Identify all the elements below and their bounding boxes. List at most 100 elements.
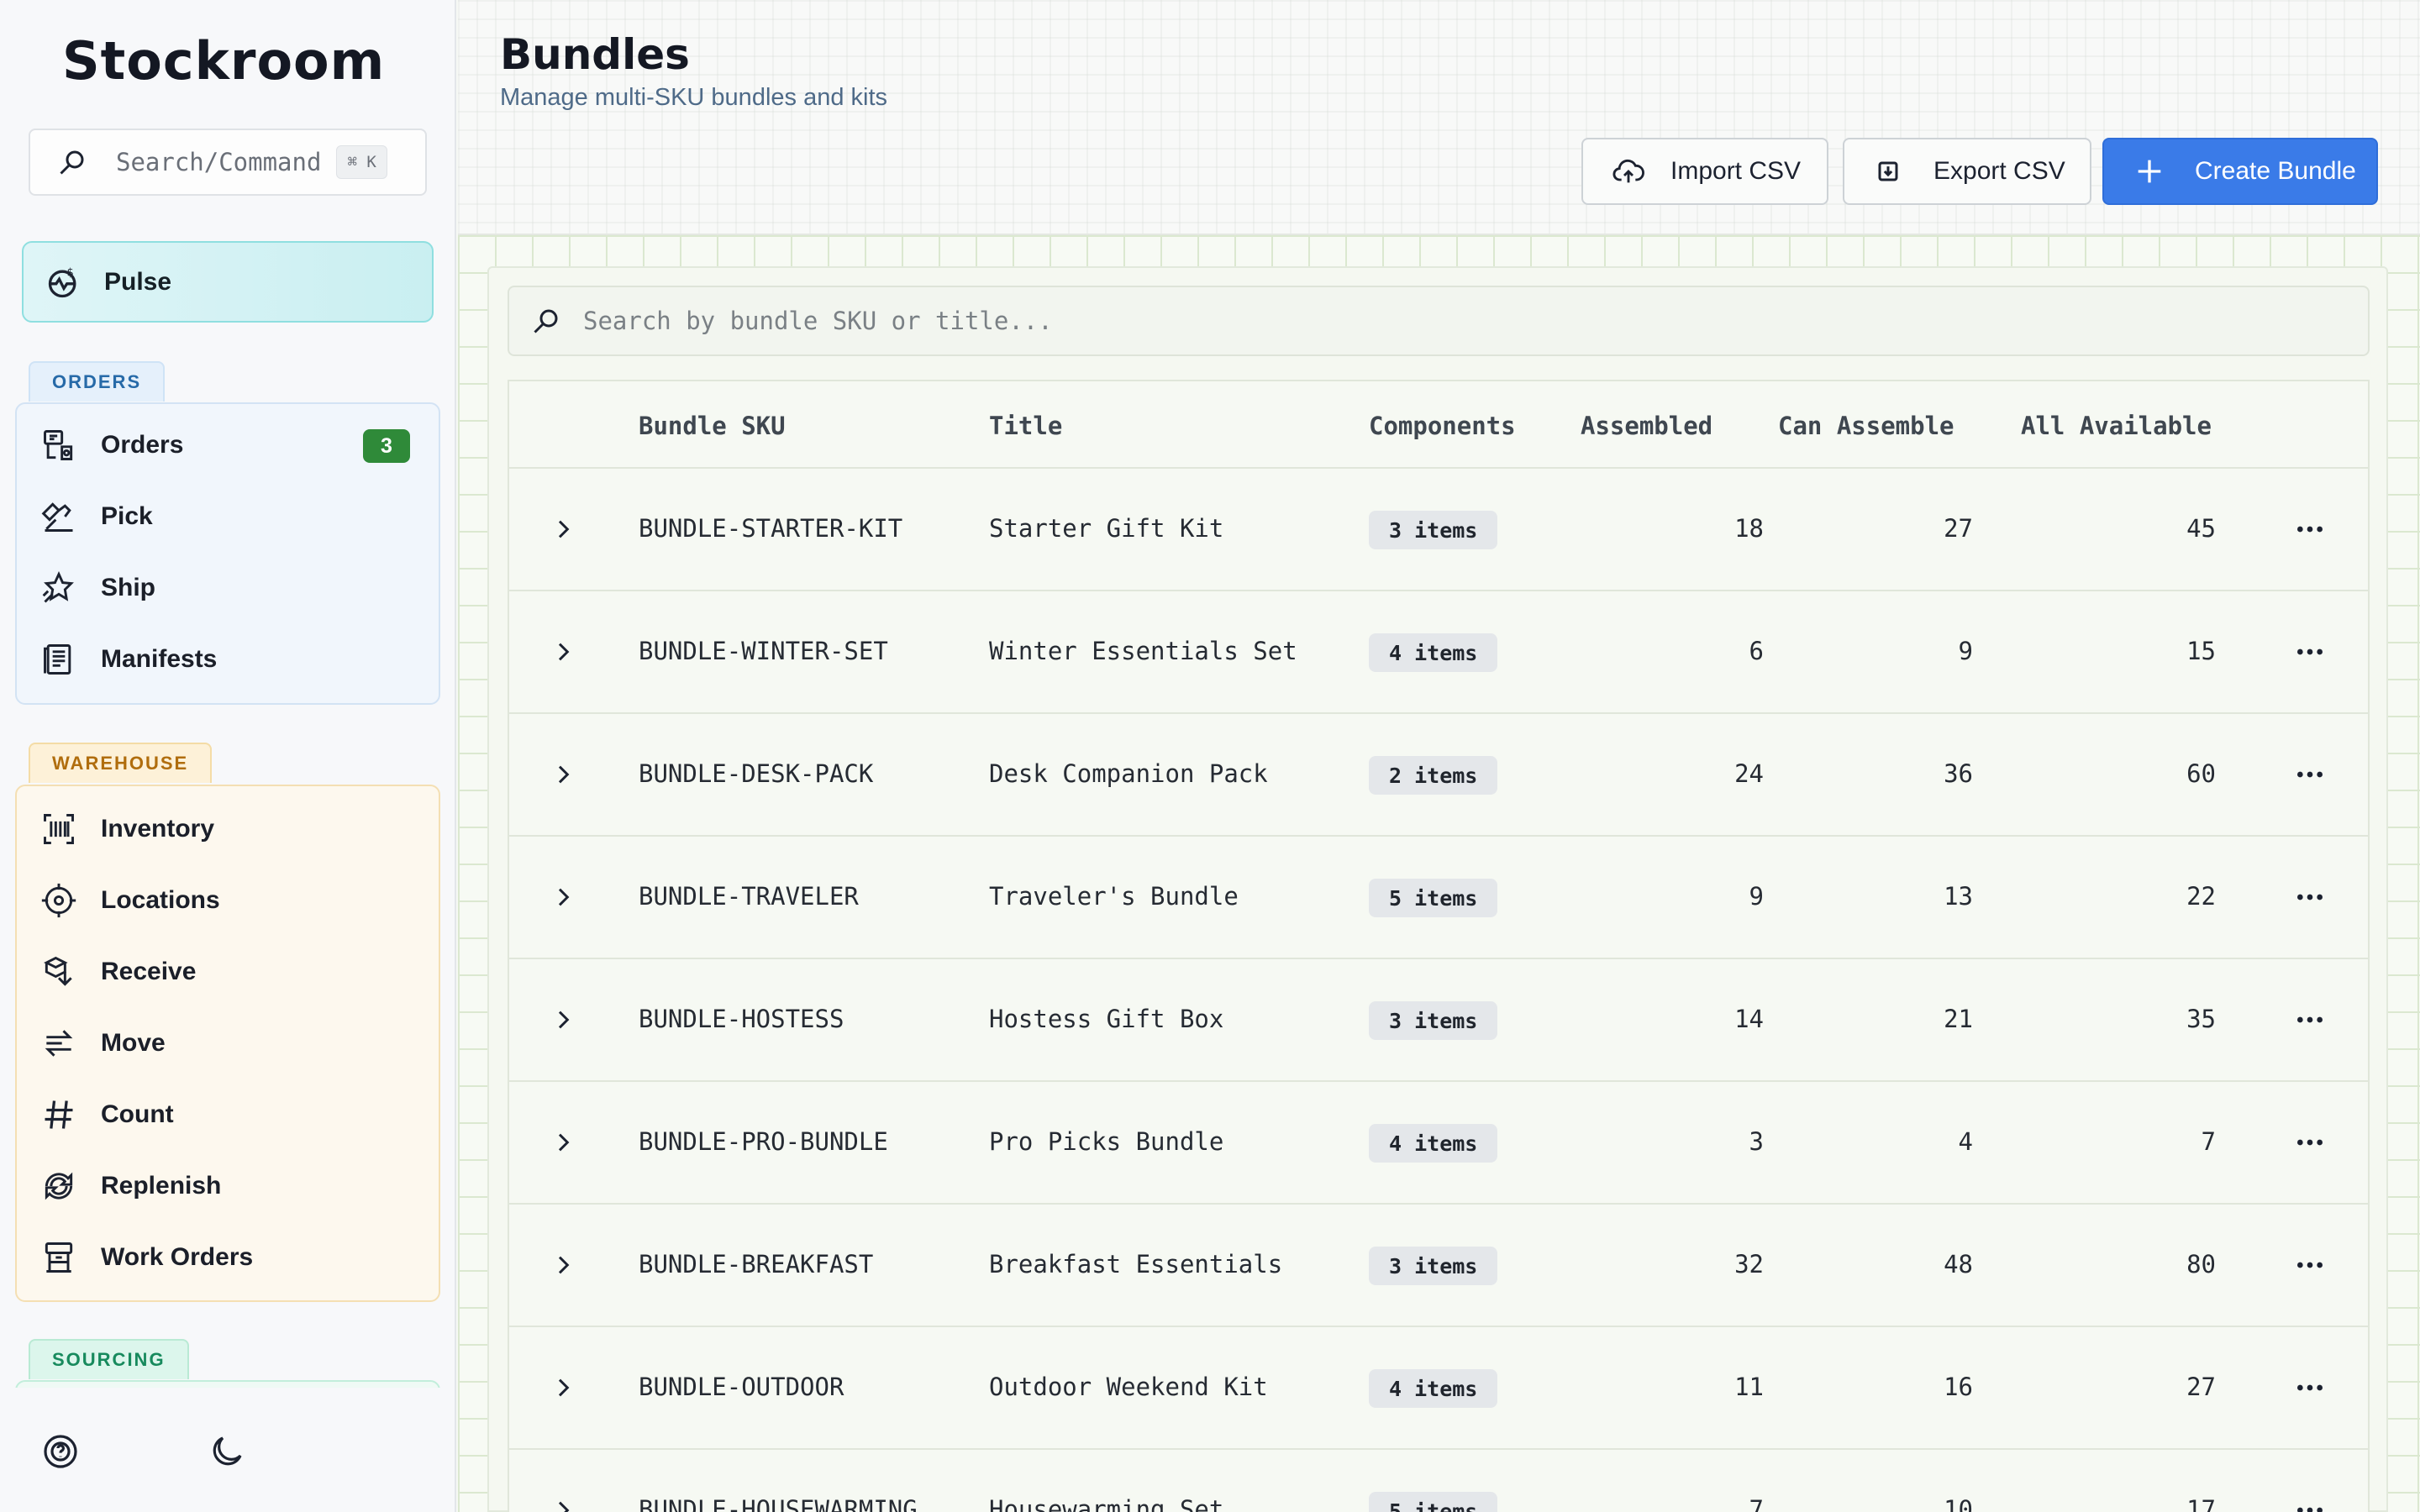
more-options-icon[interactable] xyxy=(2293,1129,2327,1156)
table-header: Bundle SKU Title Components Assembled Ca… xyxy=(509,381,2368,469)
crosshair-icon xyxy=(41,883,76,918)
bundle-sku[interactable]: BUNDLE-OUTDOOR xyxy=(639,1373,844,1401)
more-options-icon[interactable] xyxy=(2293,884,2327,911)
sidebar-item-manifests[interactable]: Manifests xyxy=(40,630,435,689)
table-row[interactable]: BUNDLE-TRAVELER Traveler's Bundle 5 item… xyxy=(509,837,2368,959)
components-pill[interactable]: 5 items xyxy=(1369,1492,1498,1512)
command-search[interactable]: Search/Command ⌘ K xyxy=(29,129,427,196)
table-row[interactable]: BUNDLE-HOUSEWARMING Housewarming Set 5 i… xyxy=(509,1450,2368,1512)
components-pill[interactable]: 2 items xyxy=(1369,756,1498,795)
sidebar-item-inventory[interactable]: Inventory xyxy=(40,800,435,858)
bundle-sku[interactable]: BUNDLE-TRAVELER xyxy=(639,882,859,911)
bundle-sku[interactable]: BUNDLE-DESK-PACK xyxy=(639,759,873,788)
sidebar-item-work-orders[interactable]: Work Orders xyxy=(40,1228,435,1287)
sidebar-item-label: Orders xyxy=(101,431,184,459)
create-bundle-button[interactable]: Create Bundle xyxy=(2102,138,2378,205)
column-header-components[interactable]: Components xyxy=(1369,412,1516,440)
all-available-count: 80 xyxy=(2186,1250,2216,1278)
more-options-icon[interactable] xyxy=(2293,516,2327,543)
bundle-search-field[interactable]: Search by bundle SKU or title... xyxy=(508,286,2370,356)
column-header-all-available[interactable]: All Available xyxy=(2021,412,2212,440)
table-row[interactable]: BUNDLE-HOSTESS Hostess Gift Box 3 items … xyxy=(509,959,2368,1082)
sidebar-item-pick[interactable]: Pick xyxy=(40,487,435,546)
chevron-right-icon[interactable] xyxy=(550,1006,576,1033)
components-pill[interactable]: 3 items xyxy=(1369,1247,1498,1285)
chevron-right-icon[interactable] xyxy=(550,884,576,911)
import-csv-button[interactable]: Import CSV xyxy=(1581,138,1828,205)
more-options-icon[interactable] xyxy=(2293,761,2327,788)
chevron-right-icon[interactable] xyxy=(550,1497,576,1512)
more-options-icon[interactable] xyxy=(2293,638,2327,665)
sidebar-item-count[interactable]: Count xyxy=(40,1085,435,1144)
app-logo[interactable]: Stockroom xyxy=(62,30,385,92)
pick-icon xyxy=(41,502,73,532)
all-available-count: 45 xyxy=(2186,514,2216,543)
chevron-right-icon[interactable] xyxy=(550,638,576,665)
column-header-can-assemble[interactable]: Can Assemble xyxy=(1778,412,1954,440)
sidebar-item-move[interactable]: Move xyxy=(40,1014,435,1073)
sidebar-item-orders[interactable]: Orders 3 xyxy=(40,416,435,475)
bundle-title: Starter Gift Kit xyxy=(989,514,1224,543)
table-row[interactable]: BUNDLE-WINTER-SET Winter Essentials Set … xyxy=(509,591,2368,714)
cloud-upload-icon xyxy=(1612,159,1644,183)
more-options-icon[interactable] xyxy=(2293,1497,2327,1512)
components-pill[interactable]: 3 items xyxy=(1369,1001,1498,1040)
sidebar-item-ship[interactable]: Ship xyxy=(40,559,435,617)
bundles-table: Bundle SKU Title Components Assembled Ca… xyxy=(508,380,2370,1512)
more-options-icon[interactable] xyxy=(2293,1374,2327,1401)
components-pill[interactable]: 5 items xyxy=(1369,879,1498,917)
bundle-title: Winter Essentials Set xyxy=(989,637,1297,665)
sidebar: Stockroom Search/Command ⌘ K $ Pulse ORD… xyxy=(0,0,456,1512)
table-row[interactable]: BUNDLE-OUTDOOR Outdoor Weekend Kit 4 ite… xyxy=(509,1327,2368,1450)
help-icon[interactable] xyxy=(40,1431,81,1472)
bundle-title: Desk Companion Pack xyxy=(989,759,1268,788)
chevron-right-icon[interactable] xyxy=(550,1252,576,1278)
table-row[interactable]: BUNDLE-BREAKFAST Breakfast Essentials 3 … xyxy=(509,1205,2368,1327)
search-icon xyxy=(60,150,84,175)
assembled-count: 6 xyxy=(1749,637,1764,665)
can-assemble-count: 36 xyxy=(1944,759,1973,788)
sidebar-item-receive[interactable]: Receive xyxy=(40,942,435,1001)
sidebar-footer xyxy=(0,1388,455,1512)
moon-icon[interactable] xyxy=(207,1431,247,1472)
components-pill[interactable]: 4 items xyxy=(1369,1124,1498,1163)
chevron-right-icon[interactable] xyxy=(550,516,576,543)
bundle-sku[interactable]: BUNDLE-WINTER-SET xyxy=(639,637,888,665)
can-assemble-count: 16 xyxy=(1944,1373,1973,1401)
components-pill[interactable]: 4 items xyxy=(1369,633,1498,672)
more-options-icon[interactable] xyxy=(2293,1252,2327,1278)
bundle-sku[interactable]: BUNDLE-HOUSEWARMING xyxy=(639,1495,918,1512)
sidebar-item-label: Receive xyxy=(101,958,197,985)
chevron-right-icon[interactable] xyxy=(550,1129,576,1156)
page-title: Bundles xyxy=(500,30,690,79)
assembled-count: 7 xyxy=(1749,1495,1764,1512)
components-pill[interactable]: 4 items xyxy=(1369,1369,1498,1408)
sidebar-item-locations[interactable]: Locations xyxy=(40,871,435,930)
orders-icon xyxy=(44,430,73,460)
can-assemble-count: 13 xyxy=(1944,882,1973,911)
components-pill[interactable]: 3 items xyxy=(1369,511,1498,549)
more-options-icon[interactable] xyxy=(2293,1006,2327,1033)
column-header-title[interactable]: Title xyxy=(989,412,1062,440)
table-row[interactable]: BUNDLE-DESK-PACK Desk Companion Pack 2 i… xyxy=(509,714,2368,837)
bundle-sku[interactable]: BUNDLE-BREAKFAST xyxy=(639,1250,873,1278)
bundle-sku[interactable]: BUNDLE-STARTER-KIT xyxy=(639,514,902,543)
bundle-sku[interactable]: BUNDLE-PRO-BUNDLE xyxy=(639,1127,888,1156)
replenish-icon xyxy=(45,1172,73,1200)
chevron-right-icon[interactable] xyxy=(550,761,576,788)
table-row[interactable]: BUNDLE-STARTER-KIT Starter Gift Kit 3 it… xyxy=(509,469,2368,591)
column-header-sku[interactable]: Bundle SKU xyxy=(639,412,786,440)
export-csv-button[interactable]: Export CSV xyxy=(1843,138,2091,205)
all-available-count: 27 xyxy=(2186,1373,2216,1401)
sidebar-item-pulse[interactable]: $ Pulse xyxy=(22,241,434,323)
import-csv-label: Import CSV xyxy=(1670,157,1802,185)
export-csv-label: Export CSV xyxy=(1933,157,2065,185)
assembled-count: 9 xyxy=(1749,882,1764,911)
column-header-assembled[interactable]: Assembled xyxy=(1581,412,1712,440)
table-row[interactable]: BUNDLE-PRO-BUNDLE Pro Picks Bundle 4 ite… xyxy=(509,1082,2368,1205)
sidebar-item-replenish[interactable]: Replenish xyxy=(40,1157,435,1215)
all-available-count: 17 xyxy=(2186,1495,2216,1512)
chevron-right-icon[interactable] xyxy=(550,1374,576,1401)
bundle-sku[interactable]: BUNDLE-HOSTESS xyxy=(639,1005,844,1033)
manifests-icon xyxy=(44,644,71,675)
